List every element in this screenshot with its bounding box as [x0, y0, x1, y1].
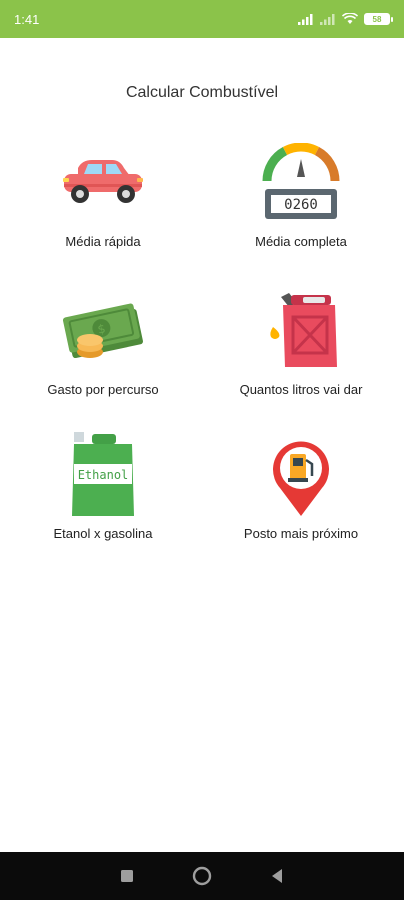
home-button[interactable]	[182, 856, 222, 896]
fuel-can-icon	[251, 288, 351, 374]
car-icon	[53, 140, 153, 226]
status-time: 1:41	[14, 11, 40, 27]
back-triangle-icon	[271, 869, 282, 883]
ethanol-text: Ethanol	[78, 468, 129, 482]
status-bar: 1:41 58	[0, 0, 404, 38]
gas-station-pin-icon	[251, 432, 351, 518]
signal-icon	[298, 14, 313, 25]
menu-item-label: Posto mais próximo	[243, 526, 359, 541]
page-title: Calcular Combustível	[125, 84, 279, 101]
signal-icon-2	[320, 14, 335, 25]
square-icon	[121, 870, 134, 882]
status-icons: 58	[298, 13, 393, 25]
menu-item-label: Média rápida	[65, 234, 141, 249]
back-button[interactable]	[257, 856, 297, 896]
odometer-text: 0260	[284, 197, 318, 213]
menu-item-posto-mais-proximo[interactable]: Posto mais próximo	[200, 432, 402, 562]
menu-item-label: Etanol x gasolina	[53, 526, 153, 541]
menu-item-quantos-litros[interactable]: Quantos litros vai dar	[200, 288, 402, 418]
menu-item-etanol-x-gasolina[interactable]: Ethanol Etanol x gasolina	[2, 432, 204, 562]
battery-level: 58	[372, 14, 382, 24]
menu-item-label: Média completa	[255, 234, 347, 249]
menu-item-label: Gasto por percurso	[47, 382, 159, 397]
menu-item-media-completa[interactable]: 0260 Média completa	[200, 140, 402, 270]
battery-icon: 58	[364, 13, 393, 25]
menu-item-gasto-por-percurso[interactable]: $ Gasto por percurso	[2, 288, 204, 418]
wifi-icon	[342, 13, 358, 24]
money-icon: $	[53, 288, 153, 374]
ethanol-can-icon: Ethanol	[53, 432, 153, 518]
navigation-bar	[0, 852, 404, 900]
menu-item-label: Quantos litros vai dar	[239, 382, 363, 397]
recents-button[interactable]	[107, 856, 147, 896]
circle-icon	[192, 866, 212, 886]
menu-item-media-rapida[interactable]: Média rápida	[2, 140, 204, 270]
fuel-gauge-icon: 0260	[251, 140, 351, 226]
